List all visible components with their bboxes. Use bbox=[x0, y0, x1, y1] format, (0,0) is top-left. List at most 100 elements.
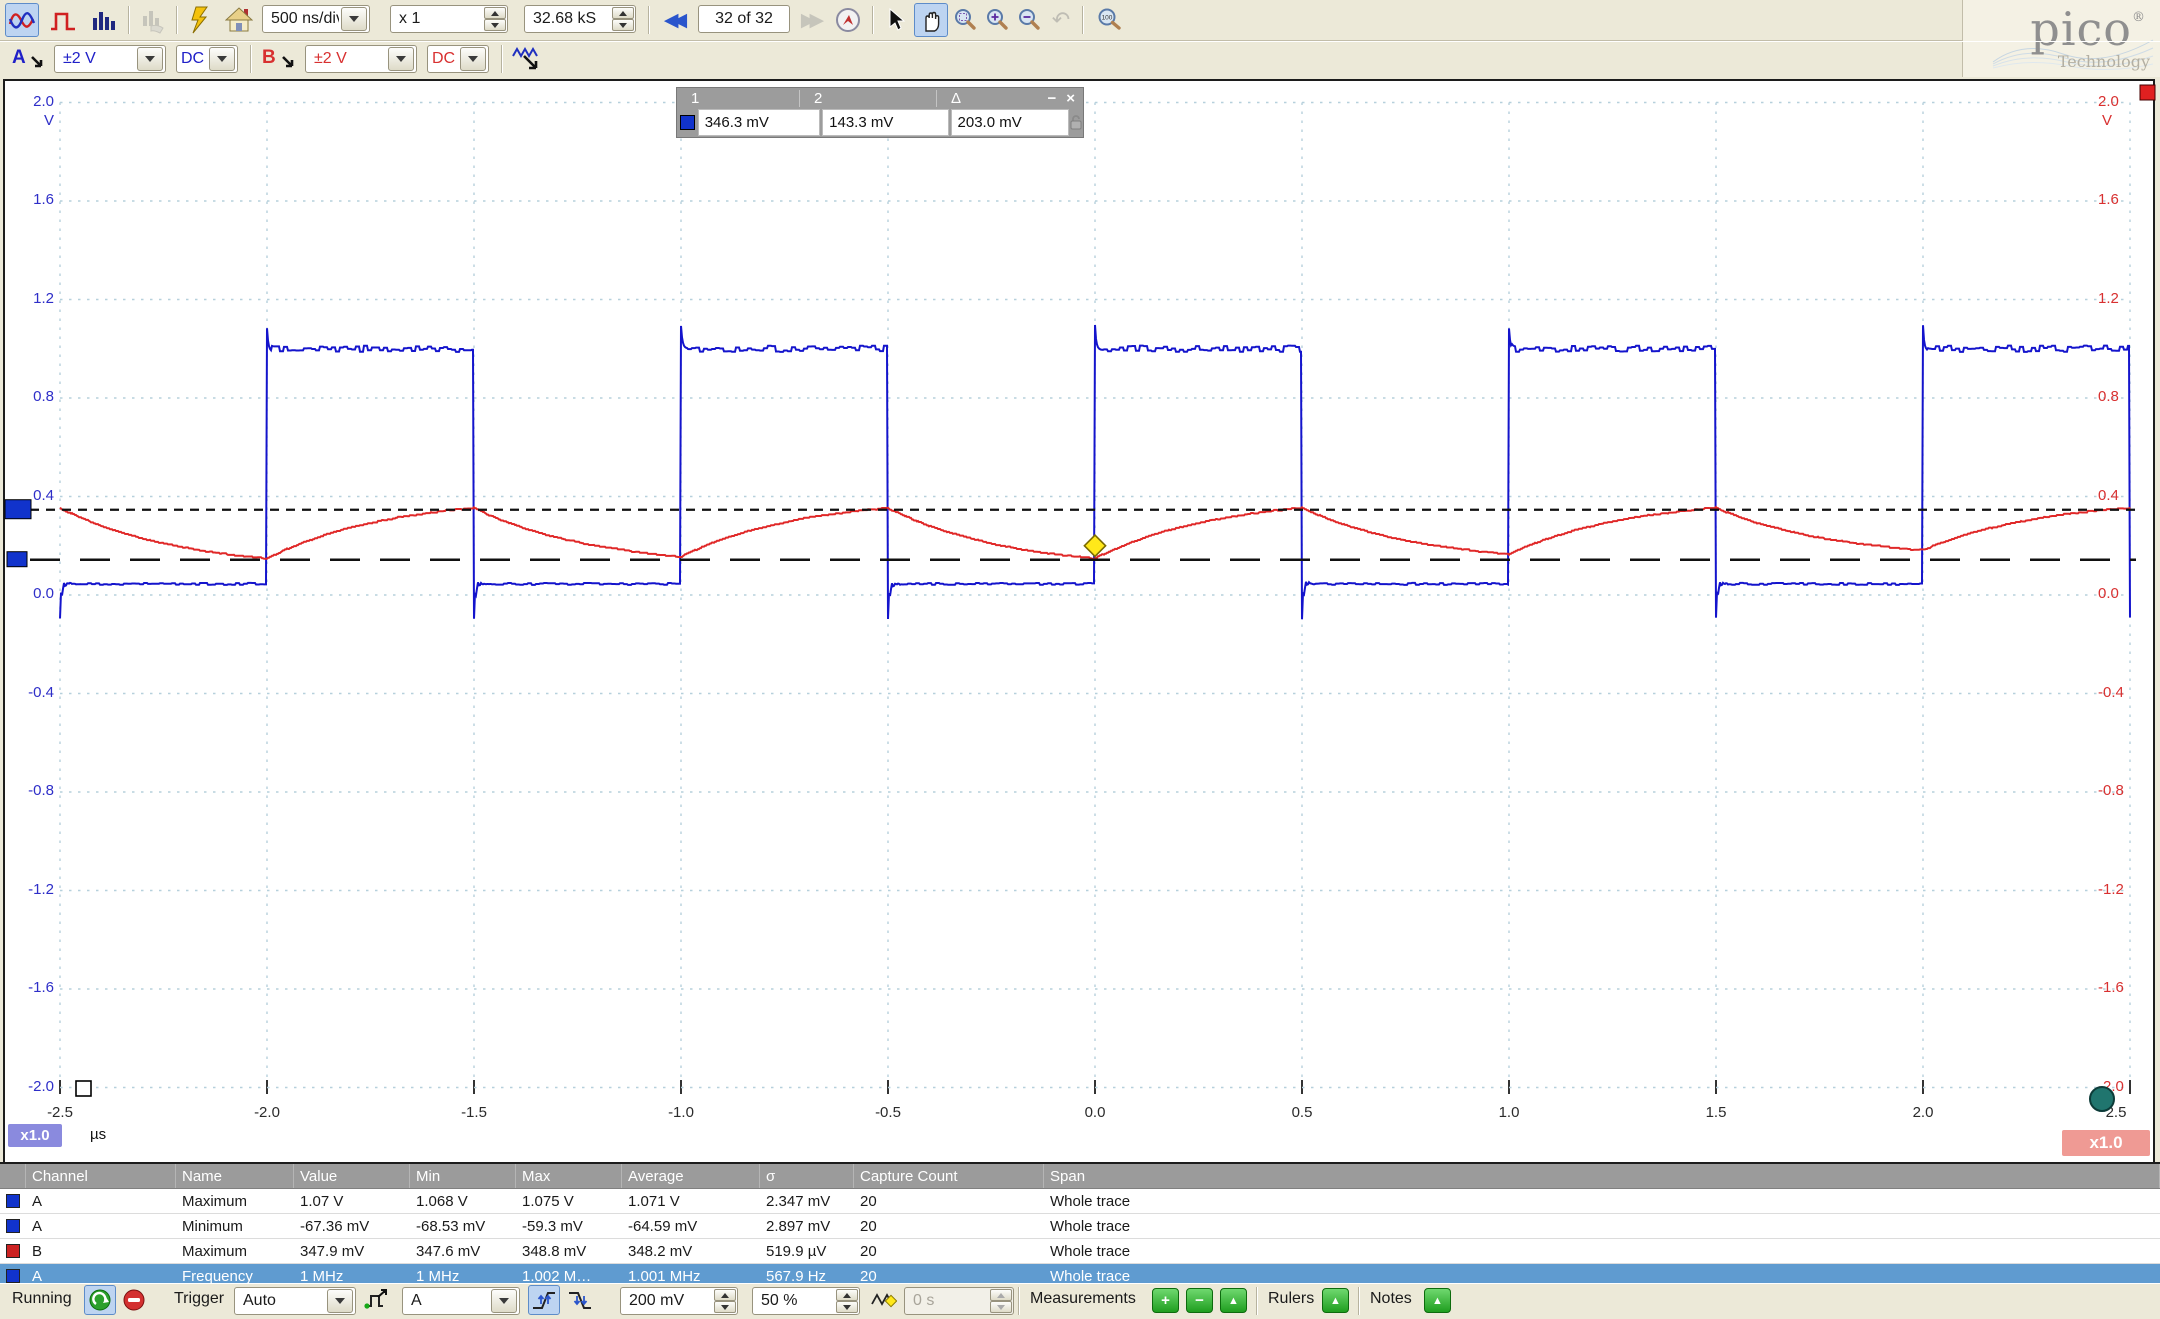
channel-a-coupling-arrow[interactable] bbox=[209, 47, 235, 71]
trigger-delay-up[interactable] bbox=[990, 1289, 1012, 1301]
time-ruler-handle[interactable] bbox=[2089, 1086, 2115, 1112]
cell-span: Whole trace bbox=[1044, 1268, 2160, 1285]
y-axis-label-left: 0.4 bbox=[6, 487, 54, 504]
trigger-level-up[interactable] bbox=[714, 1289, 736, 1301]
status-bar: Running Trigger Auto A bbox=[0, 1283, 2160, 1319]
trigger-mode-select[interactable]: Auto bbox=[234, 1287, 356, 1315]
timebase-dropdown-arrow[interactable] bbox=[341, 7, 367, 31]
add-measurement-button[interactable]: + bbox=[1152, 1288, 1179, 1313]
rulers-panel-toggle[interactable]: ▲ bbox=[1322, 1288, 1349, 1313]
trigger-delay-spinner[interactable]: 0 s bbox=[904, 1287, 1014, 1315]
cell-name: Minimum bbox=[176, 1218, 294, 1235]
undo-zoom-button[interactable]: ↶ bbox=[1046, 3, 1076, 37]
pre-trigger-spinner[interactable]: 50 % bbox=[752, 1287, 860, 1315]
start-capture-button[interactable] bbox=[84, 1285, 116, 1315]
channel-a-range-arrow[interactable] bbox=[137, 47, 163, 71]
channel-b-options-arrow-icon[interactable] bbox=[281, 55, 297, 71]
cell-sigma: 2.347 mV bbox=[760, 1193, 854, 1210]
ruler2-handle[interactable] bbox=[7, 552, 27, 567]
right-axis-scale-badge[interactable]: x1.0 bbox=[2062, 1130, 2150, 1156]
trigger-source-select[interactable]: A bbox=[402, 1287, 520, 1315]
trigger-mode-arrow[interactable] bbox=[327, 1289, 353, 1313]
spectrum-view-button[interactable] bbox=[87, 3, 121, 37]
ruler-legend-box[interactable]: 1 2 Δ − × 346.3 mV 143.3 mV 203.0 mV bbox=[676, 87, 1084, 138]
channel-b-range-arrow[interactable] bbox=[388, 47, 414, 71]
persistence-mode-button[interactable] bbox=[136, 3, 170, 37]
y-axis-label-right: -1.6 bbox=[2098, 979, 2146, 996]
measurement-row[interactable]: B Maximum 347.9 mV 347.6 mV 348.8 mV 348… bbox=[0, 1239, 2160, 1264]
x-axis-unit: µs bbox=[90, 1126, 106, 1143]
scope-view-button[interactable] bbox=[5, 3, 39, 37]
waveform-canvas[interactable] bbox=[0, 78, 2160, 1162]
channel-a-coupling-select[interactable]: DC bbox=[176, 45, 238, 73]
remove-measurement-button[interactable]: − bbox=[1186, 1288, 1213, 1313]
col-header-sigma: σ bbox=[760, 1164, 854, 1188]
falling-edge-button[interactable] bbox=[564, 1285, 596, 1315]
sample-count-spinner[interactable]: 32.68 kS bbox=[524, 5, 636, 33]
hand-tool[interactable] bbox=[914, 3, 948, 37]
undo-arrow-icon: ↶ bbox=[1052, 7, 1070, 33]
zoom-multiplier-down[interactable] bbox=[484, 19, 506, 31]
trigger-level-down[interactable] bbox=[714, 1301, 736, 1313]
statusbar-separator bbox=[1018, 1287, 1019, 1315]
toolbar-separator bbox=[250, 45, 251, 73]
timebase-select[interactable]: 500 ns/div bbox=[262, 5, 370, 33]
channel-a-options-arrow-icon[interactable] bbox=[30, 55, 46, 71]
trigger-source-arrow[interactable] bbox=[491, 1289, 517, 1313]
channel-marker bbox=[0, 1219, 26, 1233]
cell-max: -59.3 mV bbox=[516, 1218, 622, 1235]
advanced-trigger-button[interactable] bbox=[360, 1285, 392, 1315]
trigger-delay-down[interactable] bbox=[990, 1301, 1012, 1313]
sample-count-up[interactable] bbox=[612, 7, 634, 19]
pre-trigger-up[interactable] bbox=[836, 1289, 858, 1301]
notes-panel-toggle[interactable]: ▲ bbox=[1424, 1288, 1451, 1313]
sample-count-down[interactable] bbox=[612, 19, 634, 31]
home-button[interactable] bbox=[222, 3, 256, 37]
x-axis-label: -1.5 bbox=[444, 1104, 504, 1121]
col-header-max: Max bbox=[516, 1164, 622, 1188]
measurement-row[interactable]: A Minimum -67.36 mV -68.53 mV -59.3 mV -… bbox=[0, 1214, 2160, 1239]
waveform-generator-button[interactable] bbox=[510, 42, 544, 76]
main-toolbar: 500 ns/div x 1 32.68 kS ◀◀ 32 of 32 ▶▶ bbox=[0, 0, 2160, 41]
buffer-next-button[interactable]: ▶▶ bbox=[793, 3, 831, 37]
buffer-navigator-button[interactable] bbox=[832, 3, 864, 37]
picoscope-window: { "logo": {"brand": "pico", "registered"… bbox=[0, 0, 2160, 1319]
zoom-multiplier-up[interactable] bbox=[484, 7, 506, 19]
trigger-view-button[interactable] bbox=[46, 3, 80, 37]
cell-capture-count: 20 bbox=[854, 1218, 1044, 1235]
measurements-panel-toggle[interactable]: ▲ bbox=[1220, 1288, 1247, 1313]
left-axis-scale-badge[interactable]: x1.0 bbox=[8, 1124, 62, 1147]
zoom-100-button[interactable]: 100 bbox=[1092, 3, 1126, 37]
channel-a-range-select[interactable]: ±2 V bbox=[54, 45, 166, 73]
buffer-first-button[interactable]: ◀◀ bbox=[656, 3, 694, 37]
trigger-delay-icon bbox=[871, 1288, 897, 1312]
measurement-row[interactable]: A Maximum 1.07 V 1.068 V 1.075 V 1.071 V… bbox=[0, 1189, 2160, 1214]
zoom-in-tool[interactable] bbox=[982, 3, 1012, 37]
ruler-legend-minimize-button[interactable]: − bbox=[1047, 90, 1056, 107]
x-ruler-handle[interactable] bbox=[76, 1081, 91, 1096]
trigger-delay-value: 0 s bbox=[905, 1288, 989, 1314]
marquee-zoom-tool[interactable] bbox=[950, 3, 980, 37]
zoom-multiplier-spinner[interactable]: x 1 bbox=[390, 5, 508, 33]
channels-toolbar: A ±2 V DC B ±2 V DC bbox=[0, 41, 2160, 79]
trigger-delay-button[interactable] bbox=[868, 1285, 900, 1315]
ruler-lock-button[interactable] bbox=[1069, 109, 1083, 136]
stop-capture-button[interactable] bbox=[118, 1285, 150, 1315]
channel-b-range-select[interactable]: ±2 V bbox=[305, 45, 417, 73]
auto-setup-button[interactable] bbox=[184, 3, 218, 37]
buffer-position-box[interactable]: 32 of 32 bbox=[698, 5, 790, 33]
trigger-marker[interactable] bbox=[1084, 535, 1105, 556]
rising-edge-button[interactable] bbox=[528, 1285, 560, 1315]
cell-span: Whole trace bbox=[1044, 1193, 2160, 1210]
pre-trigger-down[interactable] bbox=[836, 1301, 858, 1313]
zoom-out-tool[interactable] bbox=[1014, 3, 1044, 37]
channel-b-coupling-select[interactable]: DC bbox=[427, 45, 489, 73]
trigger-level-spinner[interactable]: 200 mV bbox=[620, 1287, 738, 1315]
col-header-capture-count: Capture Count bbox=[854, 1164, 1044, 1188]
ruler-legend-close-button[interactable]: × bbox=[1066, 90, 1075, 107]
y-axis-label-left: -1.2 bbox=[6, 881, 54, 898]
channel-b-coupling-arrow[interactable] bbox=[460, 47, 486, 71]
cell-channel: A bbox=[26, 1268, 176, 1285]
normal-selection-tool[interactable] bbox=[882, 3, 912, 37]
cell-value: 1 MHz bbox=[294, 1268, 410, 1285]
